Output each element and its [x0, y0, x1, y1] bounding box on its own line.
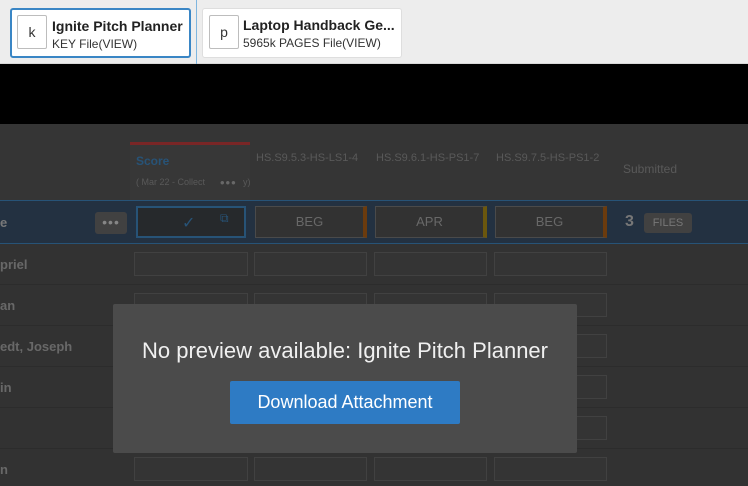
attachment-name: Laptop Handback Ge...	[243, 17, 395, 33]
viewer-toolbar-band	[0, 64, 748, 124]
key-file-icon: k	[17, 15, 47, 49]
attachment-card-ignite[interactable]: k Ignite Pitch Planner KEY File(VIEW)	[10, 8, 191, 58]
attachment-divider	[196, 0, 197, 64]
pages-file-icon: p	[209, 15, 239, 49]
no-preview-dialog: No preview available: Ignite Pitch Plann…	[113, 304, 577, 453]
attachment-bar: k Ignite Pitch Planner KEY File(VIEW) p …	[0, 0, 748, 64]
attachment-card-laptop[interactable]: p Laptop Handback Ge... 5965k PAGES File…	[202, 8, 402, 58]
download-attachment-button[interactable]: Download Attachment	[230, 381, 460, 424]
attachment-meta: 5965k PAGES File(VIEW)	[243, 36, 381, 50]
attachment-name: Ignite Pitch Planner	[52, 18, 183, 34]
attachment-meta: KEY File(VIEW)	[52, 37, 138, 51]
no-preview-message: No preview available: Ignite Pitch Plann…	[141, 338, 548, 363]
